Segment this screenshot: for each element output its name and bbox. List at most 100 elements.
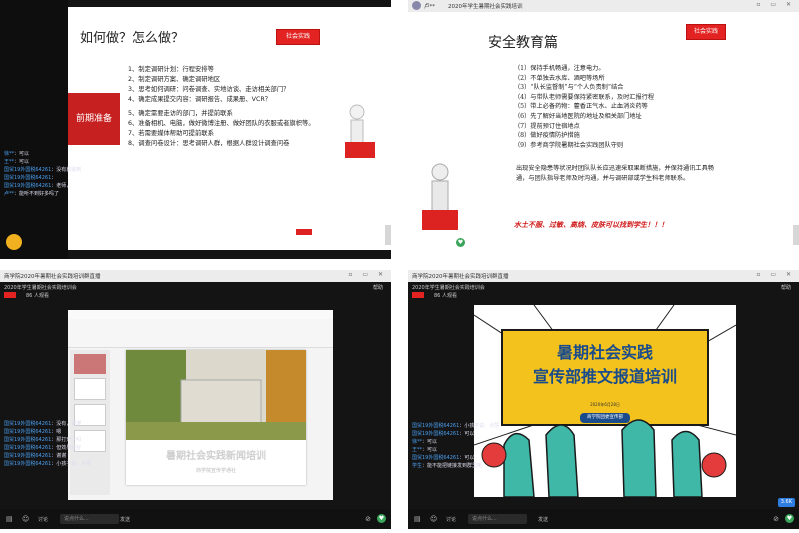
list-item: （8）做好疫情防护措施: [514, 132, 580, 140]
chat-input[interactable]: 说点什么...: [468, 514, 527, 524]
slide-thumbnail[interactable]: [74, 378, 106, 400]
stream-panel-2: 卢** 2020年学生暑期社会实践培训 ▫ ▭ ✕ 安全教育篇 社会实践 （1）…: [408, 0, 799, 259]
list-item: （2）不单独去水库、酒吧等场所: [514, 74, 605, 82]
list-item: 5、确定需要走访的部门，并提前联系: [128, 110, 233, 118]
safety-slogan: 水土不服、过敏、高烧、皮肤可以找到学生！！！: [514, 221, 668, 229]
viewer-count: 86 人观看: [26, 293, 49, 299]
list-item: 8、调查问卷设计：思考调研人群，根据人群设计调查问卷: [128, 140, 290, 148]
news-slide: 暑期社会实践新闻培训 商学院宣传学通社: [126, 350, 306, 485]
shared-screen: 暑期社会实践新闻培训 商学院宣传学通社: [68, 310, 333, 500]
menu-icon[interactable]: ▤: [414, 515, 421, 523]
window-controls-icon[interactable]: ▫ ▭ ✕: [756, 271, 795, 278]
viewer-count: 86 人观看: [434, 293, 457, 299]
list-item: （4）与带队老师需要保持紧密联系，及时汇报行程: [514, 93, 655, 101]
discuss-label[interactable]: 讨论: [446, 516, 456, 523]
slide-date: 2020年6月28日: [590, 402, 620, 407]
like-icon[interactable]: ♥: [377, 514, 386, 523]
list-item: 4、确定成果提交内容：调研报告、成果册、VCR？: [128, 96, 272, 104]
badge-social-practice: 社会实践: [276, 29, 320, 45]
stream-topbar: 商学院2020年暑期社会实践培训群直播 ▫ ▭ ✕: [408, 270, 799, 282]
list-item: 2、制定调研方案、确定调研地区: [128, 76, 221, 84]
chat-message: 国贸19外国税64261：小孩子说：点赞: [4, 461, 92, 467]
slide-title-line2: 宣传部推文报道培训: [532, 367, 677, 386]
app-ribbon: [68, 319, 333, 348]
slide-title: 安全教育篇: [488, 35, 558, 51]
slide-org: 商学院团委宣传部: [580, 413, 630, 423]
chat-input-bar: ▤ ☺ 讨论 说点什么... 发送 ⊘ ♥: [408, 509, 799, 529]
list-item: （7）提前预订住宿地点: [514, 122, 580, 130]
slide-subtitle: 商学院宣传学通社: [195, 468, 236, 474]
share-icon[interactable]: ⊘: [365, 515, 371, 523]
campus-photo: [126, 350, 306, 440]
chat-message: 徐**：可以: [412, 439, 438, 445]
slide-title: 如何做？怎么做？: [80, 31, 185, 46]
chat-message: 王**：可以: [4, 159, 30, 165]
list-item: （9）参考商学院暑期社会实践团队守则: [514, 141, 624, 149]
send-button[interactable]: 发送: [538, 516, 548, 523]
window-controls-icon[interactable]: ▫ ▭ ✕: [348, 271, 387, 278]
list-item: 6、准备相机、电脑，做好微博注册、做好团队的衣服或者旗帜等。: [128, 120, 315, 128]
figure-illustration: [422, 162, 458, 232]
help-link[interactable]: 帮助: [373, 284, 383, 291]
like-icon[interactable]: ♥: [456, 238, 465, 247]
list-item: （5）带上必备药物：藿香正气水、止血消炎药等: [514, 103, 648, 111]
menu-icon[interactable]: ▤: [6, 515, 13, 523]
safety-paragraph: 出现安全隐患等状况时团队队长应迅速采取果断措施，并保持通讯工具畅通，与团队指导老…: [516, 165, 714, 182]
badge-social-practice: 社会实践: [686, 24, 726, 40]
chat-message: 国贸19外国税64261：可以: [412, 431, 475, 437]
slide-thumbnail[interactable]: [74, 354, 106, 374]
window-controls-icon[interactable]: ▫ ▭ ✕: [756, 1, 795, 8]
chat-message: 徐**：可以: [4, 151, 30, 157]
scroll-handle[interactable]: [793, 225, 799, 245]
chat-message: 国贸19外国税64261：小孩子说：点赞: [412, 423, 500, 429]
stream-title: 商学院2020年暑期社会实践培训群直播: [4, 274, 101, 280]
chat-message: 王**：可以: [412, 447, 438, 453]
discuss-label[interactable]: 讨论: [38, 516, 48, 523]
stream-topbar: 商学院2020年暑期社会实践培训群直播 ▫ ▭ ✕: [0, 270, 391, 282]
chat-message: 国贸19外国税64261：但效果还好: [4, 445, 82, 451]
list-item: （6）先了解好当地医院的地址及相关部门地址: [514, 113, 642, 121]
stream-title: 商学院2020年暑期社会实践培训群直播: [412, 274, 509, 280]
streamer-name: 卢**: [424, 4, 436, 10]
chat-message: 国贸19外国税64261：没有，谢谢: [4, 421, 82, 427]
chat-message: 国贸19外国税64261：: [4, 175, 57, 181]
chat-message: 卢**：能听不到好多吗了: [4, 191, 60, 197]
list-item: 7、若需要媒体帮助可提前联系: [128, 130, 214, 138]
chat-message: 国贸19外国税64261：那打开了吗: [4, 437, 82, 443]
chat-sidebar: [0, 0, 68, 259]
chat-input-bar: ▤ ☺ 讨论 说点什么... 发送 ⊘ ♥: [0, 509, 391, 529]
slide-background: [474, 305, 736, 497]
chat-list: 国贸19外国税64261：没有，谢谢 国贸19外国税64261：嗯 国贸19外国…: [4, 420, 94, 468]
training-slide: 暑期社会实践 宣传部推文报道培训 2020年6月28日 商学院团委宣传部: [474, 305, 736, 497]
figure-illustration: [343, 102, 377, 166]
list-item: （3）“队长监督制”与“个人负责制”结合: [514, 84, 624, 92]
safety-list: （1）保持手机畅通，注意电力。 （2）不单独去水库、酒吧等场所 （3）“队长监督…: [514, 64, 744, 150]
chat-message: 国贸19外国税64261：可以: [412, 455, 475, 461]
help-link[interactable]: 帮助: [781, 284, 791, 291]
send-button[interactable]: 发送: [120, 516, 130, 523]
user-icon[interactable]: ☺: [430, 515, 437, 523]
chat-input[interactable]: 说点什么...: [60, 514, 119, 524]
list-item: 1、制定调研计划：行程安排等: [128, 66, 214, 73]
stream-panel-3: 商学院2020年暑期社会实践培训群直播 ▫ ▭ ✕ 2020年学生暑期社会实践培…: [0, 270, 391, 529]
user-icon[interactable]: ☺: [22, 515, 29, 523]
stream-title: 2020年学生暑期社会实践培训: [448, 4, 523, 10]
slide-how-to-do: 如何做？怎么做？ 社会实践 前期准备 1、制定调研计划：行程安排等 2、制定调研…: [68, 7, 391, 250]
like-icon[interactable]: ♥: [785, 514, 794, 523]
chat-list: 徐**：可以 王**：可以 国贸19外国税64261：没有获取到 国贸19外国税…: [4, 150, 81, 198]
stream-panel-1: 如何做？怎么做？ 社会实践 前期准备 1、制定调研计划：行程安排等 2、制定调研…: [0, 0, 391, 259]
item-list: 1、制定调研计划：行程安排等 2、制定调研方案、确定调研地区 3、思考如何调研：…: [128, 65, 328, 150]
stream-subtitle: 2020年学生暑期社会实践培训会: [412, 285, 485, 291]
list-item: 3、思考如何调研：问卷调查、实地访谈、走访相关部门？: [128, 86, 290, 94]
emoji-icon[interactable]: [6, 234, 22, 250]
stream-subtitle: 2020年学生暑期社会实践培训会: [4, 285, 77, 291]
chat-message: 国贸19外国税64261：老师，: [4, 183, 72, 189]
chat-message: 国贸19外国税64261：谢谢: [4, 453, 67, 459]
share-icon[interactable]: ⊘: [773, 515, 779, 523]
slide-safety: 安全教育篇 社会实践 （1）保持手机畅通，注意电力。 （2）不单独去水库、酒吧等…: [416, 12, 791, 250]
chat-message: 学生：能不能把链接发到群里呢: [412, 463, 483, 469]
stream-panel-4: 商学院2020年暑期社会实践培训群直播 ▫ ▭ ✕ 2020年学生暑期社会实践培…: [408, 270, 799, 529]
next-arrow-icon[interactable]: [296, 229, 312, 235]
section-label: 前期准备: [68, 93, 120, 145]
scroll-handle[interactable]: [385, 225, 391, 245]
